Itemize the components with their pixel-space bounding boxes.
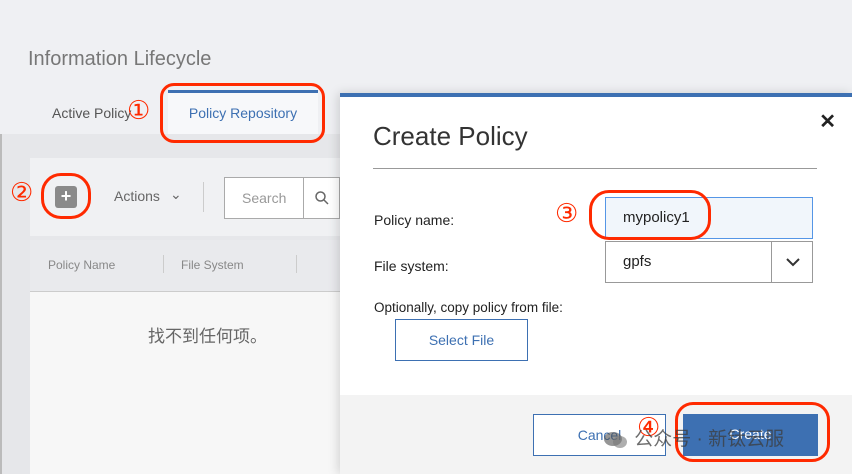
dialog-title: Create Policy [373,121,528,151]
select-file-button[interactable]: Select File [395,319,528,361]
chevron-down-icon[interactable]: ⌄ [170,186,182,203]
search-input[interactable]: Search [224,177,304,219]
annotation-ring [589,190,711,240]
close-icon[interactable]: ✕ [819,109,836,134]
policy-name-label: Policy name: [374,212,455,228]
column-file-system[interactable]: File System [181,258,244,272]
step-marker: ② [10,178,34,208]
toolbar-divider [203,182,204,212]
table-body [30,292,340,474]
search-button[interactable] [303,177,340,219]
empty-message: 找不到任何项。 [148,327,267,346]
copy-policy-label: Optionally, copy policy from file: [374,300,563,315]
column-policy-name[interactable]: Policy Name [48,258,115,272]
annotation-ring [41,173,91,219]
column-divider [163,255,164,273]
column-divider [296,255,297,273]
step-marker: ③ [555,199,579,229]
page-title: Information Lifecycle [28,48,212,70]
step-marker: ① [127,96,151,126]
watermark: 公众号 · 新钛云服 [603,424,784,451]
panel-edge [0,134,2,474]
annotation-ring [160,83,325,143]
watermark-text: 公众号 · 新钛云服 [634,429,785,450]
actions-menu[interactable]: Actions [114,188,160,204]
title-divider [373,168,817,169]
tab-active-policy[interactable]: Active Policy [52,90,131,134]
search-icon [314,191,329,205]
file-system-label: File system: [374,258,449,274]
wechat-icon [604,431,627,448]
chevron-down-icon[interactable] [771,241,813,283]
